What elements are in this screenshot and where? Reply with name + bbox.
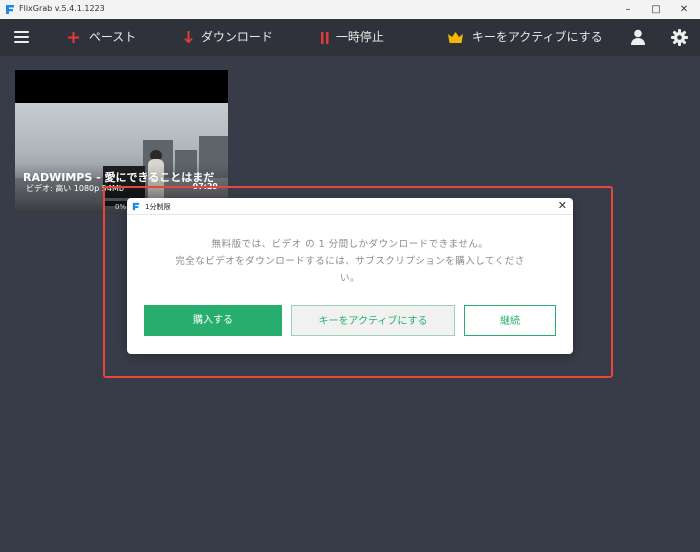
dialog-close-button[interactable]: ✕ — [558, 199, 567, 212]
pause-button[interactable]: 一時停止 — [321, 19, 384, 56]
download-button[interactable]: ダウンロード — [184, 19, 273, 56]
user-account-icon[interactable] — [630, 29, 646, 45]
toolbar: ペースト ダウンロード 一時停止 キーをアクティブにする — [0, 19, 700, 56]
plus-icon — [68, 32, 79, 43]
flixgrab-logo-icon — [6, 5, 14, 14]
window-title: FlixGrab v.5.4.1.1223 — [19, 4, 105, 13]
hamburger-menu-icon[interactable] — [14, 31, 29, 43]
download-arrow-icon — [184, 31, 193, 44]
dialog-title: 1分制限 — [145, 203, 171, 211]
paste-button[interactable]: ペースト — [68, 19, 136, 56]
activate-key-button[interactable]: キーをアクティブにする — [448, 19, 604, 56]
one-minute-limit-dialog: 1分制限 ✕ 無料版では、ビデオ の 1 分間しかダウンロードできません。 完全… — [127, 198, 573, 354]
download-label: ダウンロード — [200, 30, 273, 44]
close-window-button[interactable]: ✕ — [670, 0, 698, 19]
dialog-message-line-3: い。 — [339, 273, 360, 284]
settings-gear-icon[interactable] — [671, 29, 688, 46]
title-bar: FlixGrab v.5.4.1.1223 – □ ✕ — [0, 0, 700, 19]
paste-label: ペースト — [88, 30, 137, 44]
buy-button[interactable]: 購入する — [144, 305, 282, 336]
pause-icon — [321, 31, 329, 44]
flixgrab-logo-icon — [132, 202, 140, 211]
pause-label: 一時停止 — [335, 30, 384, 44]
activate-key-dialog-button[interactable]: キーをアクティブにする — [291, 305, 455, 336]
activate-key-label: キーをアクティブにする — [471, 30, 603, 44]
minimize-button[interactable]: – — [614, 0, 642, 19]
maximize-button[interactable]: □ — [642, 0, 670, 19]
dialog-message-line-1: 無料版では、ビデオ の 1 分間しかダウンロードできません。 — [211, 239, 489, 250]
crown-icon — [448, 32, 463, 43]
continue-button[interactable]: 継続 — [464, 305, 556, 336]
dialog-message-line-2: 完全なビデオをダウンロードするには、サブスクリプションを購入してくださ — [175, 256, 525, 267]
